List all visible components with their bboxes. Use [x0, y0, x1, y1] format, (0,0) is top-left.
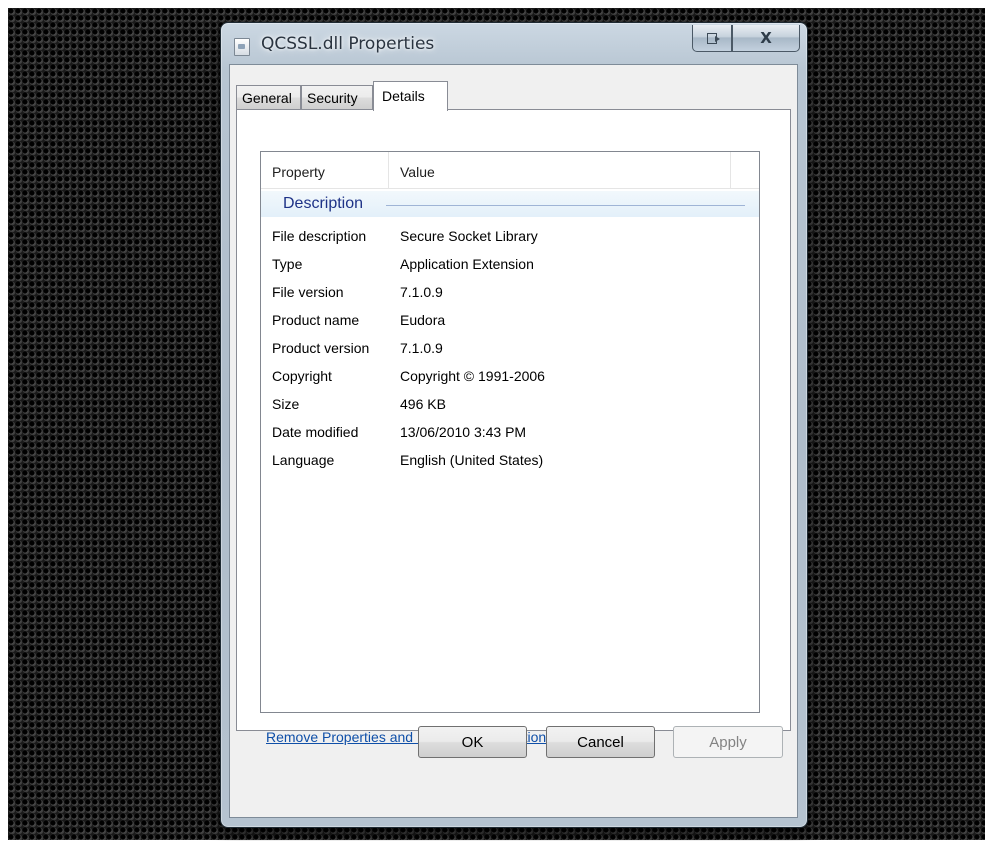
property-name: File description — [272, 228, 367, 244]
property-value: Application Extension — [400, 256, 534, 272]
list-item[interactable]: Language English (United States) — [261, 448, 759, 476]
property-value: 7.1.0.9 — [400, 340, 443, 356]
tab-details[interactable]: Details — [373, 81, 448, 111]
list-item[interactable]: File version 7.1.0.9 — [261, 280, 759, 308]
property-name: Date modified — [272, 424, 359, 440]
property-name: Product name — [272, 312, 360, 328]
list-item[interactable]: Product name Eudora — [261, 308, 759, 336]
help-button[interactable] — [692, 25, 732, 52]
tab-general[interactable]: General — [236, 85, 301, 109]
property-value: Secure Socket Library — [400, 228, 538, 244]
title-bar[interactable]: QCSSL.dll Properties X — [221, 23, 807, 63]
property-value: 496 KB — [400, 396, 446, 412]
list-item[interactable]: Type Application Extension — [261, 252, 759, 280]
ok-button[interactable]: OK — [418, 726, 527, 758]
property-value: English (United States) — [400, 452, 544, 468]
list-item[interactable]: Product version 7.1.0.9 — [261, 336, 759, 364]
property-name: Copyright — [272, 368, 332, 384]
property-value: 13/06/2010 3:43 PM — [400, 424, 527, 440]
dialog-client-area: General Security Details Property Value … — [229, 64, 798, 818]
close-icon: X — [760, 29, 772, 47]
list-item[interactable]: Date modified 13/06/2010 3:43 PM — [261, 420, 759, 448]
close-button[interactable]: X — [732, 25, 800, 52]
property-value: 7.1.0.9 — [400, 284, 443, 300]
column-header-property[interactable]: Property — [261, 152, 389, 188]
details-list[interactable]: Property Value Description File descript… — [260, 151, 760, 713]
property-name: Type — [272, 256, 303, 272]
property-name: Language — [272, 452, 335, 468]
column-header-value[interactable]: Value — [389, 152, 731, 188]
properties-dialog: QCSSL.dll Properties X General Security … — [220, 22, 808, 828]
list-item[interactable]: Size 496 KB — [261, 392, 759, 420]
tab-security[interactable]: Security — [301, 85, 373, 109]
property-rows: File description Secure Socket Library T… — [261, 224, 759, 476]
list-item[interactable]: File description Secure Socket Library — [261, 224, 759, 252]
cancel-button[interactable]: Cancel — [546, 726, 655, 758]
property-name: File version — [272, 284, 344, 300]
list-header: Property Value — [261, 152, 759, 189]
list-item[interactable]: Copyright Copyright © 1991-2006 — [261, 364, 759, 392]
property-name: Size — [272, 396, 300, 412]
property-name: Product version — [272, 340, 370, 356]
group-label: Description — [283, 195, 364, 212]
property-value: Copyright © 1991-2006 — [400, 368, 545, 384]
apply-button[interactable]: Apply — [673, 726, 783, 758]
dll-file-icon — [234, 38, 250, 56]
help-context-icon — [707, 32, 720, 44]
group-header-description[interactable]: Description — [261, 191, 759, 217]
group-divider — [386, 205, 745, 206]
window-title: QCSSL.dll Properties — [261, 34, 435, 54]
property-value: Eudora — [400, 312, 446, 328]
